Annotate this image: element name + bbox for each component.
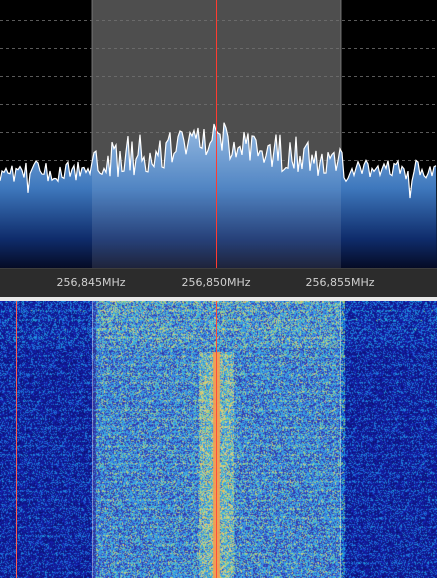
- fft-spectrum-panel[interactable]: 256,845MHz 256,850MHz 256,855MHz 2: [0, 0, 437, 297]
- waterfall-marker-line: [16, 301, 17, 578]
- waterfall-display[interactable]: [0, 301, 437, 578]
- frequency-tick-label: 256,845MHz: [56, 276, 126, 289]
- sdr-receiver: 256,845MHz 256,850MHz 256,855MHz 2: [0, 0, 437, 578]
- frequency-tick-label: 256,850MHz: [181, 276, 251, 289]
- frequency-axis[interactable]: 256,845MHz 256,850MHz 256,855MHz 2: [0, 268, 437, 297]
- frequency-tick-label: 256,855MHz: [305, 276, 375, 289]
- waterfall-tuning-cursor[interactable]: [216, 301, 217, 578]
- spectrum-plot: [0, 0, 437, 268]
